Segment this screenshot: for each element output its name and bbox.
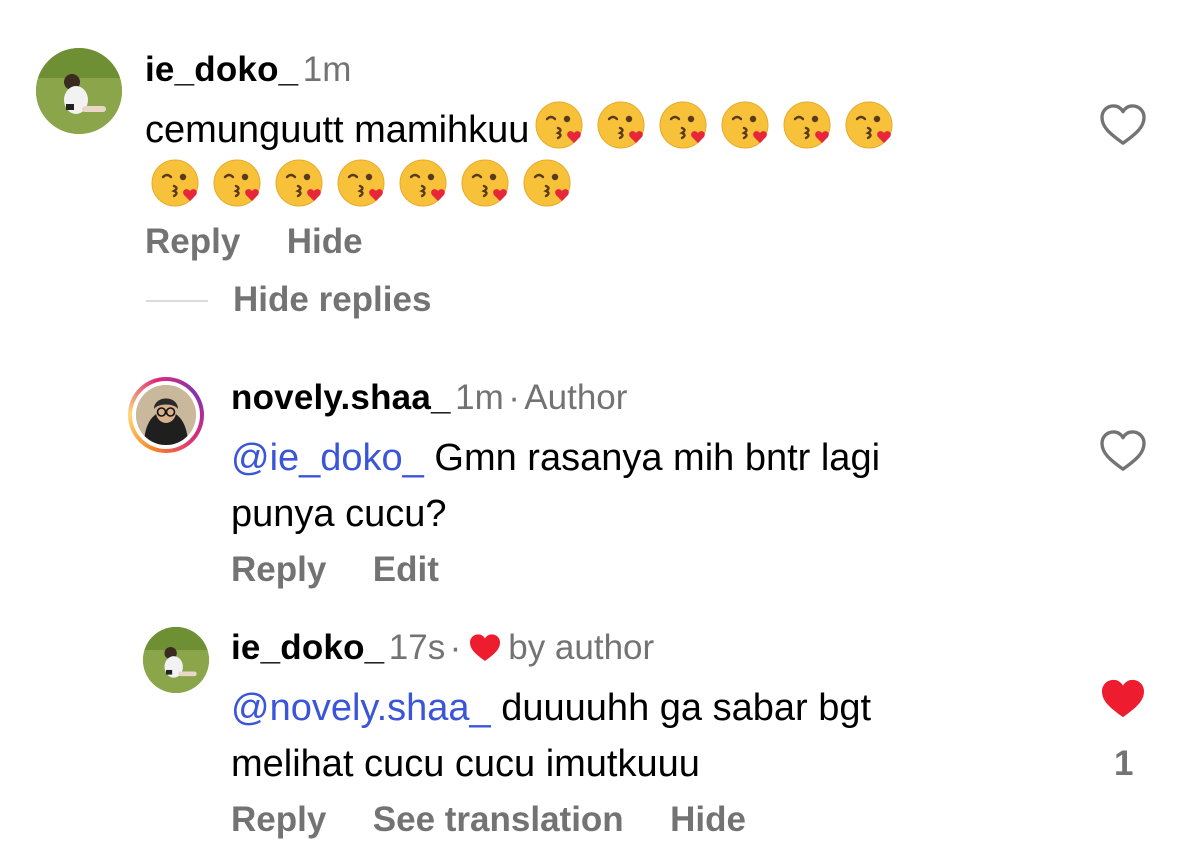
comment-timestamp: 1m: [302, 50, 352, 89]
like-heart-icon[interactable]: [1100, 104, 1146, 146]
reply-button[interactable]: Reply: [231, 550, 326, 589]
face-blowing-a-kiss-icon: [337, 159, 385, 207]
story-ring-avatar[interactable]: [128, 377, 204, 453]
face-blowing-a-kiss-icon: [659, 101, 707, 149]
reply-text-line2: melihat cucu cucu imutkuuu: [231, 743, 700, 785]
divider-line: [146, 300, 208, 302]
reply-timestamp: 1m: [455, 378, 504, 417]
liked-by-author-label: by author: [508, 628, 655, 667]
avatar: [136, 385, 196, 445]
face-blowing-a-kiss-icon: [523, 159, 571, 207]
face-blowing-a-kiss-icon: [845, 101, 893, 149]
reply-text: @novely.shaa_ duuuuhh ga sabar bgt melih…: [231, 680, 1051, 792]
face-blowing-a-kiss-icon: [721, 101, 769, 149]
reply-text-line1: duuuuhh ga sabar bgt: [490, 687, 872, 729]
small-heart-icon: [468, 633, 502, 668]
face-blowing-a-kiss-icon: [461, 159, 509, 207]
reply-timestamp: 17s: [388, 628, 446, 667]
face-blowing-a-kiss-icon: [783, 101, 831, 149]
like-count: 1: [1114, 744, 1134, 783]
reply-text-line2: punya cucu?: [231, 493, 447, 535]
liked-heart-icon[interactable]: [1100, 678, 1146, 720]
meta-separator: ·: [508, 378, 520, 417]
mention-link[interactable]: @ie_doko_: [231, 437, 424, 479]
see-translation-button[interactable]: See translation: [373, 800, 624, 839]
reply-text: @ie_doko_ Gmn rasanya mih bntr lagi puny…: [231, 430, 1051, 542]
face-blowing-a-kiss-icon: [597, 101, 645, 149]
face-blowing-a-kiss-icon: [535, 101, 583, 149]
avatar[interactable]: [143, 627, 209, 693]
face-blowing-a-kiss-icon: [151, 159, 199, 207]
author-badge: Author: [524, 378, 628, 417]
edit-button[interactable]: Edit: [373, 550, 439, 589]
like-heart-icon[interactable]: [1100, 430, 1146, 472]
comment-text-body: cemunguutt mamihkuu: [145, 109, 530, 151]
face-blowing-a-kiss-icon: [213, 159, 261, 207]
meta-separator: ·: [449, 628, 462, 667]
avatar[interactable]: [36, 48, 122, 134]
hide-replies-button[interactable]: Hide replies: [233, 280, 431, 320]
face-blowing-a-kiss-icon: [275, 159, 323, 207]
comment-username[interactable]: ie_doko_: [145, 50, 298, 89]
reply-username[interactable]: novely.shaa_: [231, 378, 451, 417]
hide-button[interactable]: Hide: [287, 222, 363, 261]
hide-button[interactable]: Hide: [670, 800, 746, 839]
reply-username[interactable]: ie_doko_: [231, 628, 384, 667]
reply-button[interactable]: Reply: [231, 800, 326, 839]
mention-link[interactable]: @novely.shaa_: [231, 687, 491, 729]
reply-text-line1: Gmn rasanya mih bntr lagi: [423, 437, 881, 479]
reply-button[interactable]: Reply: [145, 222, 240, 261]
comment-text: cemunguutt mamihkuu: [145, 100, 1045, 216]
face-blowing-a-kiss-icon: [399, 159, 447, 207]
